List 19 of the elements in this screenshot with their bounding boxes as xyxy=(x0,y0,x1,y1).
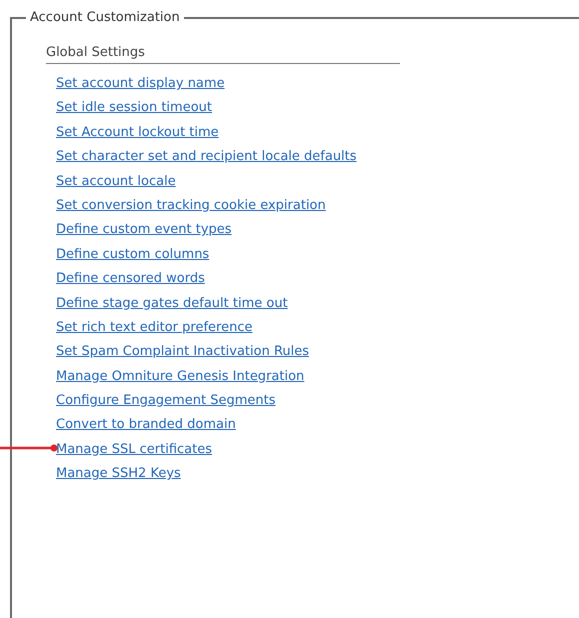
section-title: Global Settings xyxy=(46,45,400,64)
settings-link[interactable]: Define stage gates default time out xyxy=(56,296,288,311)
settings-link[interactable]: Set idle session timeout xyxy=(56,100,212,116)
settings-link[interactable]: Set character set and recipient locale defaults xyxy=(56,149,357,164)
settings-link[interactable]: Convert to branded domain xyxy=(56,417,236,432)
settings-link[interactable]: Manage SSL certificates xyxy=(56,442,212,457)
settings-link[interactable]: Set account locale xyxy=(56,174,176,189)
settings-link[interactable]: Set rich text editor preference xyxy=(56,320,252,335)
settings-link[interactable]: Define custom columns xyxy=(56,246,210,262)
settings-link[interactable]: Set Spam Complaint Inactivation Rules xyxy=(56,344,310,360)
settings-link[interactable]: Set Account lockout time xyxy=(56,124,219,140)
group-legend: Account Customization xyxy=(26,10,184,25)
settings-link[interactable]: Set account display name xyxy=(56,76,225,91)
settings-link[interactable]: Define custom event types xyxy=(56,222,232,238)
settings-link[interactable]: Configure Engagement Segments xyxy=(56,393,276,408)
settings-link[interactable]: Define censored words xyxy=(56,271,205,286)
settings-link[interactable]: Manage SSH2 Keys xyxy=(56,466,181,482)
settings-link[interactable]: Manage Omniture Genesis Integration xyxy=(56,368,304,384)
settings-link[interactable]: Set conversion tracking cookie expiration xyxy=(56,198,326,213)
